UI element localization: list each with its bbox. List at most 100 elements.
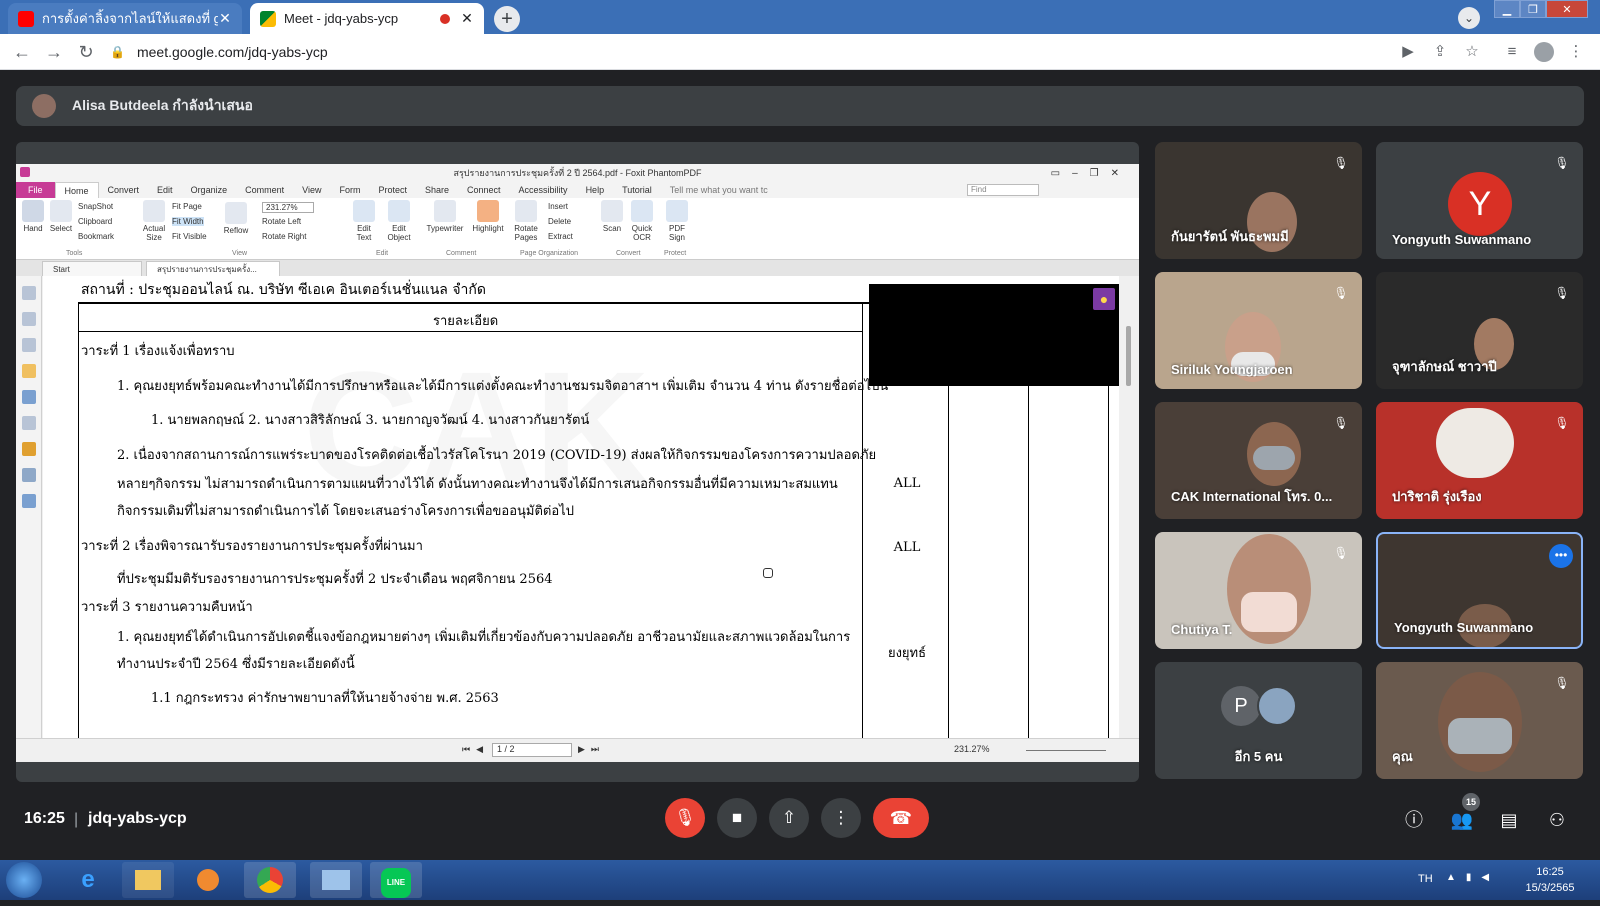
highlight-button[interactable]: Highlight [470,200,506,233]
menu-organize[interactable]: Organize [182,185,237,195]
tray-icons[interactable]: ▲▮◀ [1446,872,1499,883]
attachments-icon[interactable] [21,390,36,404]
activities-icon[interactable]: ⚇ [1545,808,1569,832]
layers-icon[interactable] [21,338,36,352]
foxit-window-controls-icon[interactable]: ▭–❐✕ [1051,168,1131,179]
security-icon[interactable] [21,442,36,456]
remote-desktop-icon[interactable] [310,862,362,898]
select-tool[interactable]: Select [48,200,74,233]
participant-tile[interactable]: 🎙 จุฑาลักษณ์ ชาวาปี [1376,272,1583,389]
browser-tab-youtube[interactable]: การตั้งค่าลิ้งจากไลน์ให้แสดงที่ google ✕ [8,3,242,34]
browser-tab-meet[interactable]: Meet - jdq-yabs-ycp ✕ [250,3,484,34]
quick-ocr-button[interactable]: Quick OCR [628,200,656,242]
tell-me-input[interactable]: Tell me what you want tc [661,185,777,195]
star-icon[interactable]: ☆ [1462,42,1482,62]
reload-icon[interactable]: ↻ [74,40,98,64]
participant-tile[interactable]: 🎙 กันยารัตน์ พันธะพมมี [1155,142,1362,259]
signature-icon[interactable] [21,416,36,430]
menu-home[interactable]: Home [54,182,99,198]
forward-icon[interactable]: → [42,40,66,64]
camera-toggle-button[interactable]: ■ [717,798,757,838]
more-options-button[interactable]: ⋮ [821,798,861,838]
profile-avatar[interactable] [1534,42,1554,62]
rotate-left-button[interactable]: Rotate Left [262,217,301,226]
delete-button[interactable]: Delete [548,217,571,226]
address-bar[interactable]: 🔒 meet.google.com/jdq-yabs-ycp [110,38,1380,66]
status-zoom[interactable]: 231.27% [954,744,990,754]
camera-icon[interactable]: ▶ [1398,42,1418,62]
new-tab-button[interactable]: + [494,6,520,32]
reading-list-icon[interactable]: ≡ [1502,42,1522,62]
link-icon[interactable] [21,494,36,508]
tab-search-icon[interactable]: ⌄ [1458,7,1480,29]
close-icon[interactable]: ✕ [460,10,474,27]
lightbulb-icon[interactable]: ● [1093,288,1115,310]
page-input[interactable]: 1 / 2 [492,743,572,757]
page-nav-forward-icons[interactable]: ▶⏭ [578,744,605,755]
participant-tile[interactable]: 🎙 ปาริชาติ รุ่งเรือง [1376,402,1583,519]
participant-tile[interactable]: 🎙 CAK International โทร. 0... [1155,402,1362,519]
tags-icon[interactable] [21,468,36,482]
menu-share[interactable]: Share [416,185,458,195]
maximize-icon[interactable]: ❐ [1520,0,1546,18]
menu-view[interactable]: View [293,185,330,195]
page-nav-icons[interactable]: ⏮◀ [462,744,489,755]
scrollbar-thumb[interactable] [1126,326,1131,386]
participant-tile[interactable]: 🎙 Chutiya T. [1155,532,1362,649]
doc-tab-report[interactable]: สรุปรายงานการประชุมครั้ง... [146,261,280,276]
fit-width-button[interactable]: Fit Width [172,217,204,226]
participant-tile[interactable]: 🎙 Siriluk Youngjaroen [1155,272,1362,389]
menu-icon[interactable]: ⋮ [1566,42,1586,62]
zoom-input[interactable]: 231.27% [262,202,314,213]
media-player-icon[interactable] [182,862,234,898]
chat-icon[interactable]: ▤ [1497,808,1521,832]
line-app-icon[interactable]: LINE [370,862,422,898]
fit-visible-button[interactable]: Fit Visible [172,232,207,241]
rotate-right-button[interactable]: Rotate Right [262,232,306,241]
info-icon[interactable]: ⓘ [1402,808,1426,832]
vertical-scrollbar[interactable] [1119,276,1139,738]
menu-comment[interactable]: Comment [236,185,293,195]
leave-call-button[interactable]: ☎ [873,798,929,838]
rotate-pages-button[interactable]: Rotate Pages [510,200,542,242]
zoom-slider[interactable] [1026,750,1106,751]
hand-tool[interactable]: Hand [20,200,46,233]
explorer-icon[interactable] [122,862,174,898]
typewriter-button[interactable]: Typewriter [424,200,466,233]
menu-accessibility[interactable]: Accessibility [510,185,577,195]
close-icon[interactable]: ✕ [218,10,232,27]
insert-button[interactable]: Insert [548,202,568,211]
more-options-icon[interactable]: ••• [1549,544,1573,568]
edit-object-button[interactable]: Edit Object [382,200,416,242]
menu-convert[interactable]: Convert [99,185,149,195]
extract-button[interactable]: Extract [548,232,573,241]
snapshot-button[interactable]: SnapShot [78,202,113,211]
window-close-icon[interactable]: ✕ [1546,0,1588,18]
menu-connect[interactable]: Connect [458,185,510,195]
share-icon[interactable]: ⇪ [1430,42,1450,62]
menu-protect[interactable]: Protect [369,185,416,195]
clock[interactable]: 16:25 15/3/2565 [1516,864,1584,896]
present-button[interactable]: ⇧ [769,798,809,838]
pdf-document[interactable]: CAK สถานที่ : ประชุมออนไลน์ ณ. บริษัท ซี… [43,276,1119,738]
menu-edit[interactable]: Edit [148,185,182,195]
minimize-icon[interactable]: ▁ [1494,0,1520,18]
people-icon[interactable]: 👥 [1450,808,1474,832]
menu-help[interactable]: Help [577,185,614,195]
language-indicator[interactable]: TH [1418,873,1433,885]
back-icon[interactable]: ← [10,40,34,64]
menu-tutorial[interactable]: Tutorial [613,185,661,195]
bookmarks-icon[interactable] [21,312,36,326]
fit-page-button[interactable]: Fit Page [172,202,202,211]
actual-size-button[interactable]: Actual Size [140,200,168,242]
find-input[interactable]: Find [967,184,1039,196]
start-button[interactable] [6,862,42,898]
doc-tab-start[interactable]: Start [42,261,142,276]
edit-text-button[interactable]: Edit Text [350,200,378,242]
scan-button[interactable]: Scan [600,200,624,233]
participant-tile-speaking[interactable]: ••• Yongyuth Suwanmano [1376,532,1583,649]
chrome-icon[interactable] [244,862,296,898]
menu-form[interactable]: Form [330,185,369,195]
reflow-button[interactable]: Reflow [222,202,250,235]
mic-toggle-button[interactable]: 🎙 [665,798,705,838]
